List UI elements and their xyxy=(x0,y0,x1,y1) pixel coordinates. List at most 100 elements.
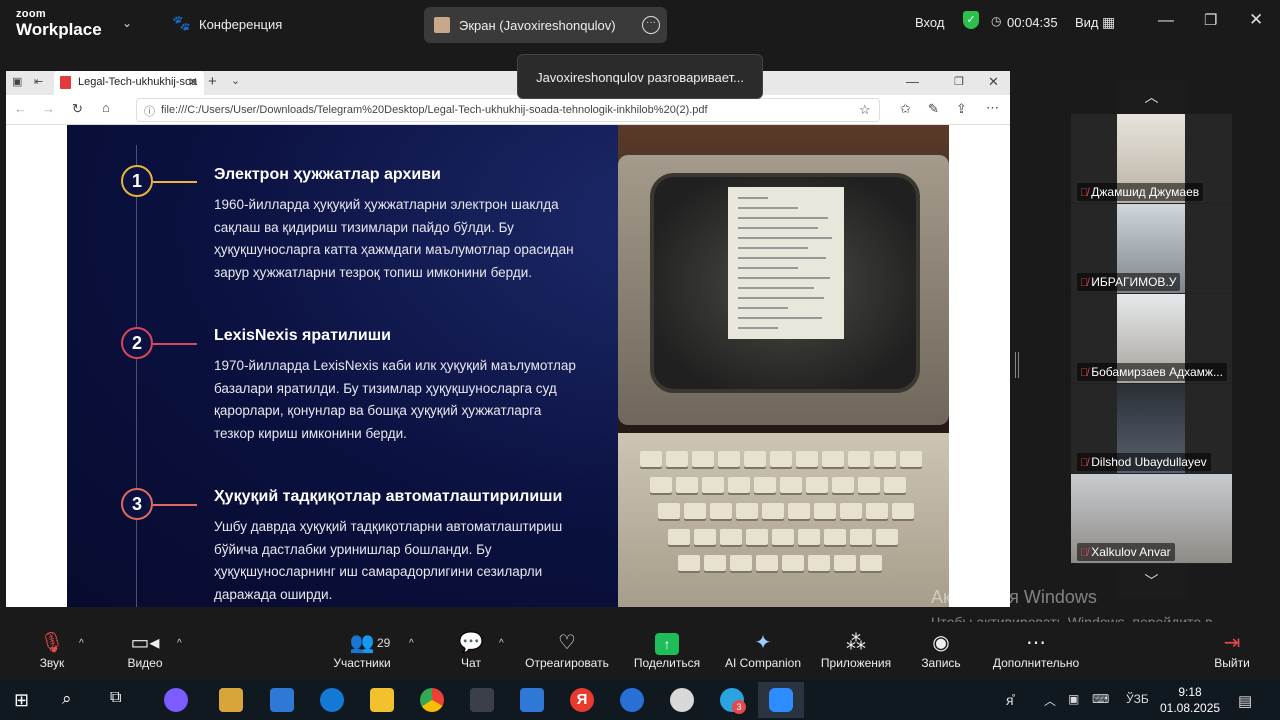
share-screen-icon: ↑ xyxy=(655,633,679,655)
app-icon[interactable] xyxy=(670,688,694,712)
chat-label: Чат xyxy=(461,656,481,670)
back-icon[interactable]: ← xyxy=(14,101,27,116)
apps-button[interactable]: ⁂ Приложения xyxy=(816,630,896,670)
grid-icon[interactable]: ▦ xyxy=(1102,14,1115,31)
participant-tile[interactable]: 🎙̸ Бобамирзаев Адхамж... xyxy=(1071,294,1232,383)
battery-icon[interactable]: ▣ xyxy=(1068,692,1079,706)
chrome-icon[interactable] xyxy=(420,688,444,712)
tab-actions-icon[interactable]: ⇤ xyxy=(34,75,43,88)
url-input[interactable]: ⓘ file:///C:/Users/User/Downloads/Telegr… xyxy=(136,98,880,122)
favorite-star-icon[interactable]: ☆ xyxy=(859,102,871,118)
browser-minimize-icon[interactable]: — xyxy=(906,74,919,89)
new-tab-icon[interactable]: + xyxy=(208,73,217,90)
chat-button[interactable]: 💬 Чат xyxy=(454,630,488,670)
video-options-caret-icon[interactable]: ^ xyxy=(177,638,182,649)
enter-button[interactable]: Вход xyxy=(915,15,944,30)
participant-tile[interactable]: 🎙̸ Dilshod Ubaydullayev xyxy=(1071,384,1232,473)
forward-icon[interactable]: → xyxy=(42,101,55,116)
timeline-number-3: 3 xyxy=(121,488,153,520)
section-body-2: 1970-йилларда LexisNexis каби илк ҳуқуқи… xyxy=(214,358,576,441)
view-button[interactable]: Вид xyxy=(1075,15,1099,30)
record-button[interactable]: ◉ Запись xyxy=(918,630,964,670)
panel-resize-handle[interactable] xyxy=(1015,352,1019,378)
restore-icon[interactable]: ❐ xyxy=(1204,11,1217,29)
meeting-toolbar: 🎙 Звук ^ ▭◂ Видео ^ 👥 Участники 29 ^ 💬 Ч… xyxy=(0,622,1280,678)
meeting-timer: 00:04:35 xyxy=(1007,15,1058,30)
audio-button[interactable]: 🎙 Звук xyxy=(34,630,70,670)
tab-list-chevron-icon[interactable]: ⌄ xyxy=(231,74,240,87)
browser-restore-icon[interactable]: ❐ xyxy=(954,75,964,88)
tab-close-icon[interactable]: ✕ xyxy=(188,75,198,89)
pdf-icon xyxy=(60,76,71,89)
menu-icon[interactable]: ⋯ xyxy=(986,100,999,116)
participants-video-panel: 🎙̸ Джамшид Джумаев 🎙̸ ИБРАГИМОВ.У 🎙̸ Бобами… xyxy=(1071,114,1232,564)
task-view-icon[interactable]: ⧉ xyxy=(110,689,121,707)
windows-start-icon[interactable]: ⊞ xyxy=(14,690,29,711)
notifications-icon[interactable]: ▤ xyxy=(1238,692,1252,710)
home-icon[interactable]: ⌂ xyxy=(102,100,110,115)
participant-tile[interactable]: 🎙̸ Джамшид Джумаев xyxy=(1071,114,1232,203)
mic-off-icon: 🎙̸ xyxy=(1080,457,1089,469)
file-explorer-icon[interactable] xyxy=(370,688,394,712)
screen-share-tab[interactable]: Экран (Javoxireshonqulov) ··· xyxy=(424,7,667,43)
conference-label[interactable]: Конференция xyxy=(199,17,282,32)
browser-close-icon[interactable]: ✕ xyxy=(988,74,999,90)
zoom-icon xyxy=(769,688,793,712)
record-label: Запись xyxy=(921,656,961,670)
apps-label: Приложения xyxy=(820,656,892,670)
react-button[interactable]: ♡ Отреагировать xyxy=(522,630,612,670)
participants-scroll-down-icon[interactable]: ﹀ xyxy=(1115,564,1188,598)
edge-icon[interactable] xyxy=(320,688,344,712)
chevron-down-icon[interactable]: ⌄ xyxy=(122,16,132,30)
section-title-1: Электрон ҳужжатлар архиви xyxy=(214,166,441,183)
calculator-icon[interactable] xyxy=(470,688,494,712)
participants-options-caret-icon[interactable]: ^ xyxy=(409,638,414,649)
chat-options-caret-icon[interactable]: ^ xyxy=(499,638,504,649)
timeline-connector-1 xyxy=(153,181,197,183)
participant-name: 🎙̸ Xalkulov Anvar xyxy=(1077,543,1175,561)
alice-icon[interactable] xyxy=(164,688,188,712)
mail-icon[interactable] xyxy=(270,688,294,712)
people-icon[interactable]: ᴙ̊ xyxy=(1006,692,1014,708)
audio-options-caret-icon[interactable]: ^ xyxy=(79,638,84,649)
browser-tab-pdf[interactable]: Legal-Tech-ukhukhij-soa ✕ xyxy=(54,71,204,95)
logo-bottom-text: Workplace xyxy=(16,20,102,39)
app-icon[interactable] xyxy=(620,688,644,712)
participant-name: 🎙̸ Dilshod Ubaydullayev xyxy=(1077,453,1211,471)
minimize-icon[interactable]: — xyxy=(1158,12,1174,30)
store-icon[interactable] xyxy=(219,688,243,712)
section-title-2: LexisNexis яратилиши xyxy=(214,327,391,344)
favorites-icon[interactable]: ✩ xyxy=(900,101,911,117)
participant-tile[interactable]: 🎙̸ Xalkulov Anvar xyxy=(1071,474,1232,563)
close-icon[interactable]: ✕ xyxy=(1249,10,1263,30)
tray-chevron-icon[interactable]: ︿ xyxy=(1044,692,1056,709)
search-icon[interactable]: ⌕ xyxy=(62,689,72,709)
draw-icon[interactable]: ✎ xyxy=(928,101,939,117)
telegram-icon[interactable]: 3 xyxy=(720,688,746,714)
info-icon[interactable]: ⓘ xyxy=(144,103,155,119)
apps-icon: ⁂ xyxy=(846,632,866,654)
more-button[interactable]: ⋯ Дополнительно xyxy=(988,630,1084,670)
ai-companion-button[interactable]: ✦ AI Companion xyxy=(722,630,804,670)
more-icon[interactable]: ··· xyxy=(642,16,660,34)
share-screen-button[interactable]: ↑ Поделиться xyxy=(630,630,704,670)
windows-taskbar: ⊞ ⌕ ⧉ Я 3 ᴙ̊ ︿ ▣ ⌨ ЎЗБ 9:18 01.08.2025 ▤ xyxy=(0,680,1280,720)
participants-scroll-up-icon[interactable]: ︿ xyxy=(1115,80,1188,114)
workspaces-icon[interactable]: ▣ xyxy=(12,75,22,88)
video-button[interactable]: ▭◂ Видео xyxy=(122,630,168,670)
language-indicator[interactable]: ЎЗБ xyxy=(1126,692,1149,706)
participant-tile[interactable]: 🎙̸ ИБРАГИМОВ.У xyxy=(1071,204,1232,293)
clock-time: 9:18 xyxy=(1178,685,1202,699)
calendar-icon[interactable] xyxy=(520,688,544,712)
zoom-taskbar-active[interactable] xyxy=(758,682,804,718)
leave-button[interactable]: ⇥ Выйти xyxy=(1212,630,1252,670)
keyboard-icon[interactable]: ⌨ xyxy=(1092,692,1109,706)
yandex-browser-icon[interactable]: Я xyxy=(570,688,594,712)
share-icon[interactable]: ⇪ xyxy=(956,101,967,117)
refresh-icon[interactable]: ↻ xyxy=(72,101,83,117)
audio-label: Звук xyxy=(39,656,65,670)
shield-icon[interactable]: ✓ xyxy=(963,11,979,29)
clock[interactable]: 9:18 01.08.2025 xyxy=(1160,684,1220,716)
section-title-3: Ҳуқуқий тадқиқотлар автоматлаштирилиши xyxy=(214,488,563,505)
leave-icon: ⇥ xyxy=(1223,632,1241,654)
